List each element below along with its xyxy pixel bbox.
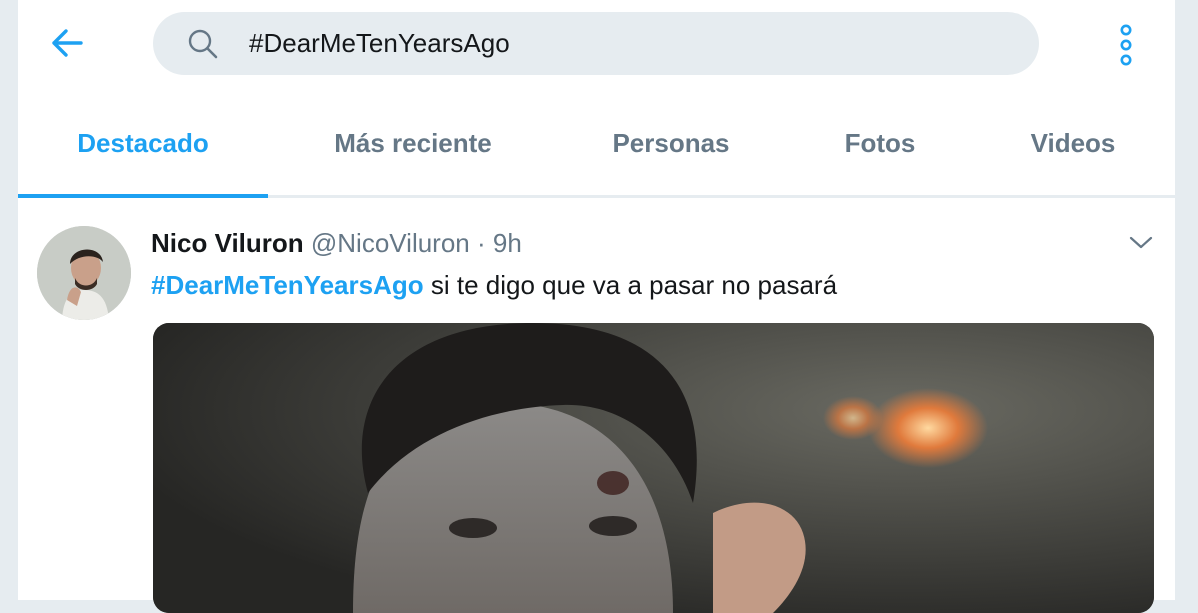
tweet-menu-button[interactable] <box>1126 228 1156 258</box>
tab-mas-reciente[interactable]: Más reciente <box>288 93 538 193</box>
search-icon <box>188 29 218 59</box>
tweet-photo <box>153 323 1154 613</box>
author-handle[interactable]: @NicoViluron <box>311 228 470 258</box>
hashtag-link[interactable]: #DearMeTenYearsAgo <box>151 270 424 300</box>
search-box[interactable] <box>153 12 1039 75</box>
author-name[interactable]: Nico Viluron <box>151 228 304 258</box>
more-options-button[interactable] <box>1110 22 1142 68</box>
app-frame: Destacado Más reciente Personas Fotos Vi… <box>18 0 1175 613</box>
chevron-down-icon <box>1129 236 1153 249</box>
tweet-header: Nico Viluron @NicoViluron · 9h <box>151 228 522 260</box>
avatar-photo <box>37 226 131 320</box>
more-vertical-icon <box>1120 24 1132 66</box>
meta-separator: · <box>477 228 486 258</box>
search-header <box>18 0 1175 88</box>
tab-destacado[interactable]: Destacado <box>18 93 268 193</box>
tweet-timestamp[interactable]: 9h <box>493 228 522 258</box>
tab-videos[interactable]: Videos <box>948 93 1198 193</box>
arrow-left-icon <box>52 29 83 57</box>
tweet-media[interactable] <box>153 323 1154 613</box>
tweet[interactable]: Nico Viluron @NicoViluron · 9h #DearMeTe… <box>18 198 1175 613</box>
search-input[interactable] <box>249 12 1009 75</box>
back-button[interactable] <box>46 22 88 64</box>
search-tabs: Destacado Más reciente Personas Fotos Vi… <box>18 93 1175 198</box>
tweet-body: si te digo que va a pasar no pasará <box>423 270 838 300</box>
tweet-text: #DearMeTenYearsAgo si te digo que va a p… <box>151 270 837 301</box>
avatar[interactable] <box>37 226 131 320</box>
